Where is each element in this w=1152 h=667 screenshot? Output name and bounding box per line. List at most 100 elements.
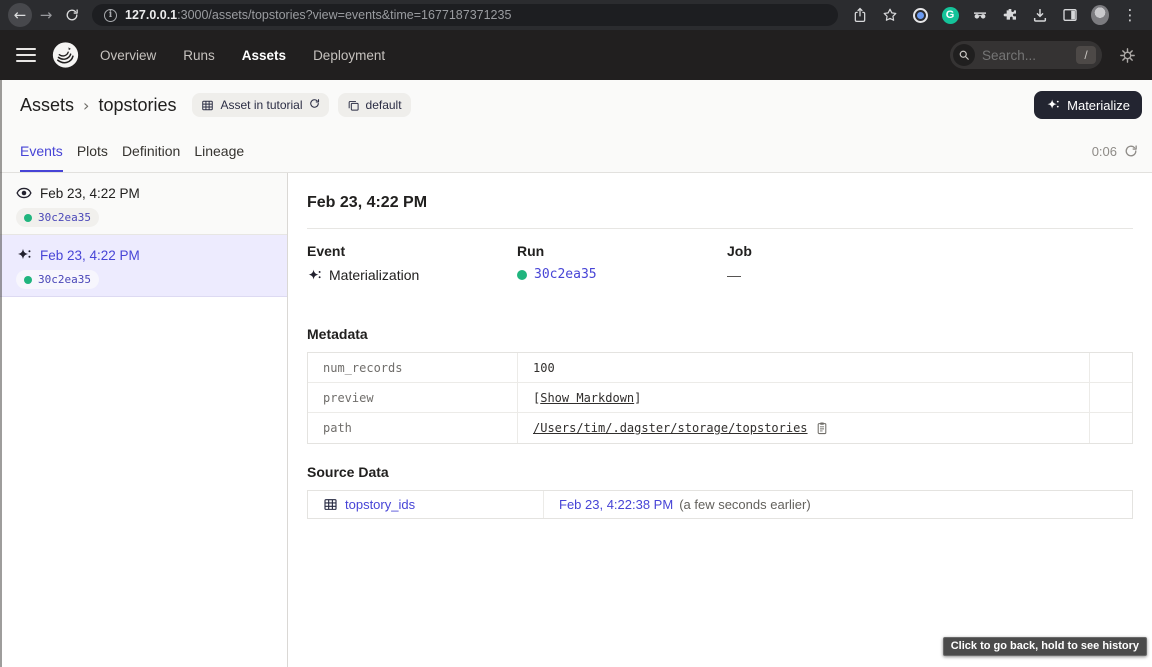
metadata-actions-cell — [1090, 383, 1132, 412]
run-id-link[interactable]: 30c2ea35 — [534, 267, 597, 282]
browser-reload-button[interactable] — [60, 3, 84, 27]
event-info-grid: Event Materialization Run 30c2ea35 Job — — [307, 243, 1133, 283]
settings-gear-icon[interactable] — [1119, 47, 1136, 64]
extension-incognito-icon[interactable] — [971, 6, 989, 24]
side-panel-icon[interactable] — [1061, 6, 1079, 24]
nav-links: Overview Runs Assets Deployment — [100, 48, 385, 63]
tab-plots[interactable]: Plots — [77, 130, 108, 172]
browser-forward-button[interactable]: → — [34, 3, 58, 27]
hamburger-menu-icon[interactable] — [16, 48, 36, 62]
breadcrumb-assets-link[interactable]: Assets — [20, 95, 74, 116]
source-relative-time: (a few seconds earlier) — [679, 497, 811, 512]
asset-header: Assets › topstories Asset in tutorial de… — [0, 80, 1152, 130]
asset-badges: Asset in tutorial default — [192, 93, 410, 117]
dagster-logo-icon[interactable] — [51, 41, 80, 70]
bookmark-star-icon[interactable] — [881, 6, 899, 24]
observation-eye-icon — [16, 185, 32, 201]
screen: ← → i 127.0.0.1:3000/assets/topstories?v… — [0, 0, 1152, 667]
reload-location-icon[interactable] — [309, 98, 320, 112]
tab-events[interactable]: Events — [20, 130, 63, 172]
materialization-sparkle-icon — [16, 247, 32, 263]
refresh-status: 0:06 — [1092, 130, 1138, 172]
source-time-cell: Feb 23, 4:22:38 PM (a few seconds earlie… — [544, 491, 1132, 518]
table-row: preview [Show Markdown] — [308, 383, 1132, 413]
materialize-button[interactable]: Materialize — [1034, 91, 1142, 119]
extension-record-icon[interactable] — [911, 6, 929, 24]
job-column: Job — — [727, 243, 1133, 283]
event-timestamp: Feb 23, 4:22 PM — [40, 186, 140, 201]
table-row: path /Users/tim/.dagster/storage/topstor… — [308, 413, 1132, 443]
metadata-heading: Metadata — [307, 326, 1133, 343]
job-column-label: Job — [727, 243, 1133, 260]
extensions-puzzle-icon[interactable] — [1001, 6, 1019, 24]
copy-path-clipboard-icon[interactable] — [815, 421, 829, 435]
event-list-item-materialization[interactable]: Feb 23, 4:22 PM 30c2ea35 — [0, 235, 287, 297]
url-path: :3000/assets/topstories?view=events&time… — [177, 8, 511, 22]
refresh-icon[interactable] — [1124, 144, 1138, 158]
bracket-close: ] — [634, 391, 641, 405]
extension-grammarly-icon[interactable]: G — [941, 6, 959, 24]
tab-lineage[interactable]: Lineage — [194, 130, 244, 172]
metadata-actions-cell — [1090, 353, 1132, 382]
refresh-countdown: 0:06 — [1092, 144, 1117, 159]
materialization-sparkle-icon — [307, 268, 322, 283]
run-id: 30c2ea35 — [38, 211, 91, 224]
source-asset-cell: topstory_ids — [308, 491, 544, 518]
url-host: 127.0.0.1 — [125, 8, 177, 22]
share-icon[interactable] — [851, 6, 869, 24]
tab-definition[interactable]: Definition — [122, 130, 180, 172]
asset-tabs: Events Plots Definition Lineage 0:06 — [0, 130, 1152, 173]
group-label: default — [366, 98, 402, 112]
event-timestamp: Feb 23, 4:22 PM — [40, 248, 140, 263]
downloads-icon[interactable] — [1031, 6, 1049, 24]
browser-back-button[interactable]: ← — [8, 3, 32, 27]
browser-menu-icon[interactable]: ⋮ — [1121, 6, 1139, 24]
browser-address-bar[interactable]: i 127.0.0.1:3000/assets/topstories?view=… — [92, 4, 838, 26]
site-info-icon[interactable]: i — [104, 9, 117, 22]
nav-item-runs[interactable]: Runs — [183, 48, 215, 63]
run-status-dot — [24, 276, 32, 284]
nav-item-assets[interactable]: Assets — [242, 48, 286, 63]
url-text: 127.0.0.1:3000/assets/topstories?view=ev… — [125, 8, 511, 22]
source-asset-link[interactable]: topstory_ids — [345, 497, 415, 512]
app-navbar: Overview Runs Assets Deployment / — [0, 30, 1152, 80]
window-edge — [0, 80, 2, 667]
event-column: Event Materialization — [307, 243, 517, 283]
global-search[interactable]: / — [950, 41, 1102, 69]
asset-name-title: topstories — [98, 95, 176, 116]
source-data-heading: Source Data — [307, 464, 1133, 481]
metadata-actions-cell — [1090, 413, 1132, 443]
run-tag[interactable]: 30c2ea35 — [16, 270, 99, 289]
code-location-badge[interactable]: Asset in tutorial — [192, 93, 328, 117]
run-tag[interactable]: 30c2ea35 — [16, 208, 99, 227]
event-detail-title: Feb 23, 4:22 PM — [307, 193, 1133, 213]
table-icon — [323, 497, 338, 512]
run-status-dot — [517, 270, 527, 280]
breadcrumb-separator: › — [83, 96, 89, 115]
job-value: — — [727, 267, 741, 283]
sparkle-icon — [1046, 98, 1060, 112]
copy-icon — [347, 99, 360, 112]
run-id: 30c2ea35 — [38, 273, 91, 286]
metadata-key: preview — [308, 383, 517, 412]
metadata-key: num_records — [308, 353, 517, 382]
bracket-open: [ — [533, 391, 540, 405]
group-badge[interactable]: default — [338, 93, 411, 117]
metadata-key: path — [308, 413, 517, 443]
profile-avatar[interactable] — [1091, 6, 1109, 24]
nav-item-deployment[interactable]: Deployment — [313, 48, 385, 63]
show-markdown-link[interactable]: Show Markdown — [540, 391, 634, 405]
path-link[interactable]: /Users/tim/.dagster/storage/topstories — [533, 421, 808, 435]
nav-item-overview[interactable]: Overview — [100, 48, 156, 63]
event-column-label: Event — [307, 243, 517, 260]
search-input[interactable] — [982, 48, 1069, 63]
browser-toolbar: ← → i 127.0.0.1:3000/assets/topstories?v… — [0, 0, 1152, 30]
source-timestamp-link[interactable]: Feb 23, 4:22:38 PM — [559, 497, 673, 512]
run-column-label: Run — [517, 243, 727, 260]
table-icon — [201, 99, 214, 112]
source-data-table: topstory_ids Feb 23, 4:22:38 PM (a few s… — [307, 490, 1133, 519]
search-icon — [953, 44, 975, 66]
materialize-label: Materialize — [1067, 98, 1130, 113]
event-list-item-observation[interactable]: Feb 23, 4:22 PM 30c2ea35 — [0, 173, 287, 235]
event-type-value: Materialization — [329, 267, 419, 283]
